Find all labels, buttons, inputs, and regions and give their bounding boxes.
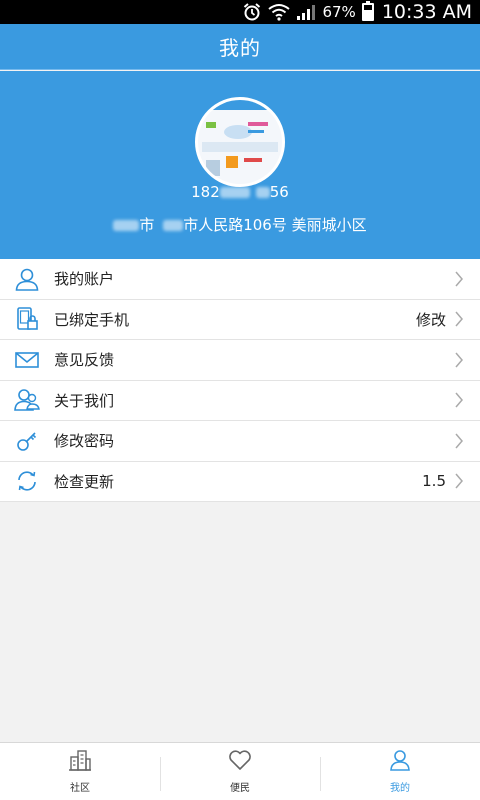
chevron-right-icon: [454, 352, 480, 368]
menu-label: 我的账户: [54, 270, 115, 289]
address: 市 市人民路106号 美丽城小区: [0, 214, 480, 235]
menu-item-check-update[interactable]: 检查更新 1.5: [0, 461, 480, 502]
menu-value: 1.5: [422, 472, 446, 491]
refresh-icon: [0, 469, 54, 493]
masked-digits: [255, 187, 270, 198]
users-icon: [0, 387, 54, 413]
avatar[interactable]: [195, 97, 285, 187]
battery-percent: 67%: [322, 3, 356, 21]
nav-label: 便民: [230, 783, 250, 794]
menu-label: 已绑定手机: [54, 310, 130, 329]
wifi-icon: [268, 3, 291, 21]
masked-digits: [219, 187, 250, 198]
chevron-right-icon: [454, 311, 480, 327]
phone-suffix: 56: [269, 183, 289, 201]
nav-label: 社区: [70, 783, 90, 794]
chevron-right-icon: [454, 433, 480, 449]
menu-label: 修改密码: [54, 432, 115, 451]
menu-label: 意见反馈: [54, 351, 115, 370]
status-bar: 67% 10:33 AM: [0, 0, 480, 24]
battery-icon: [361, 1, 374, 21]
phone-number: 182 56: [0, 183, 480, 201]
alarm-icon: [242, 2, 262, 22]
nav-tab-convenience[interactable]: 便民: [160, 743, 320, 800]
key-icon: [0, 429, 54, 453]
masked-text: [163, 220, 184, 231]
menu-item-feedback[interactable]: 意见反馈: [0, 340, 480, 381]
chevron-right-icon: [454, 392, 480, 408]
phone-prefix: 182: [191, 183, 220, 201]
chevron-right-icon: [454, 473, 480, 489]
menu-item-change-password[interactable]: 修改密码: [0, 421, 480, 462]
person-icon: [388, 749, 412, 775]
profile-section: 182 56 市 市人民路106号 美丽城小区: [0, 71, 480, 259]
buildings-icon: [68, 749, 92, 775]
user-icon: [0, 266, 54, 292]
menu-label: 关于我们: [54, 391, 115, 410]
settings-menu: 我的账户 已绑定手机 修改 意见反馈 关于我们 修改密码 检查更新 1.5: [0, 259, 480, 502]
signal-icon: [296, 3, 316, 21]
nav-tab-mine[interactable]: 我的: [320, 743, 480, 800]
mail-icon: [0, 347, 54, 373]
heart-icon: [228, 749, 252, 775]
menu-item-my-account[interactable]: 我的账户: [0, 259, 480, 300]
nav-label: 我的: [390, 783, 410, 794]
chevron-right-icon: [454, 271, 480, 287]
page-title: 我的: [219, 36, 261, 60]
phone-lock-icon: [0, 306, 54, 332]
address-detail: 市人民路106号 美丽城小区: [183, 216, 367, 234]
bottom-nav: 社区 便民 我的: [0, 742, 480, 800]
menu-item-bound-phone[interactable]: 已绑定手机 修改: [0, 299, 480, 340]
masked-text: [113, 220, 140, 231]
menu-label: 检查更新: [54, 472, 115, 491]
clock: 10:33 AM: [381, 1, 472, 23]
nav-tab-community[interactable]: 社区: [0, 743, 160, 800]
menu-value: 修改: [415, 310, 446, 329]
menu-item-about-us[interactable]: 关于我们: [0, 380, 480, 421]
app-header: 我的: [0, 24, 480, 70]
address-city: 市: [139, 216, 155, 234]
